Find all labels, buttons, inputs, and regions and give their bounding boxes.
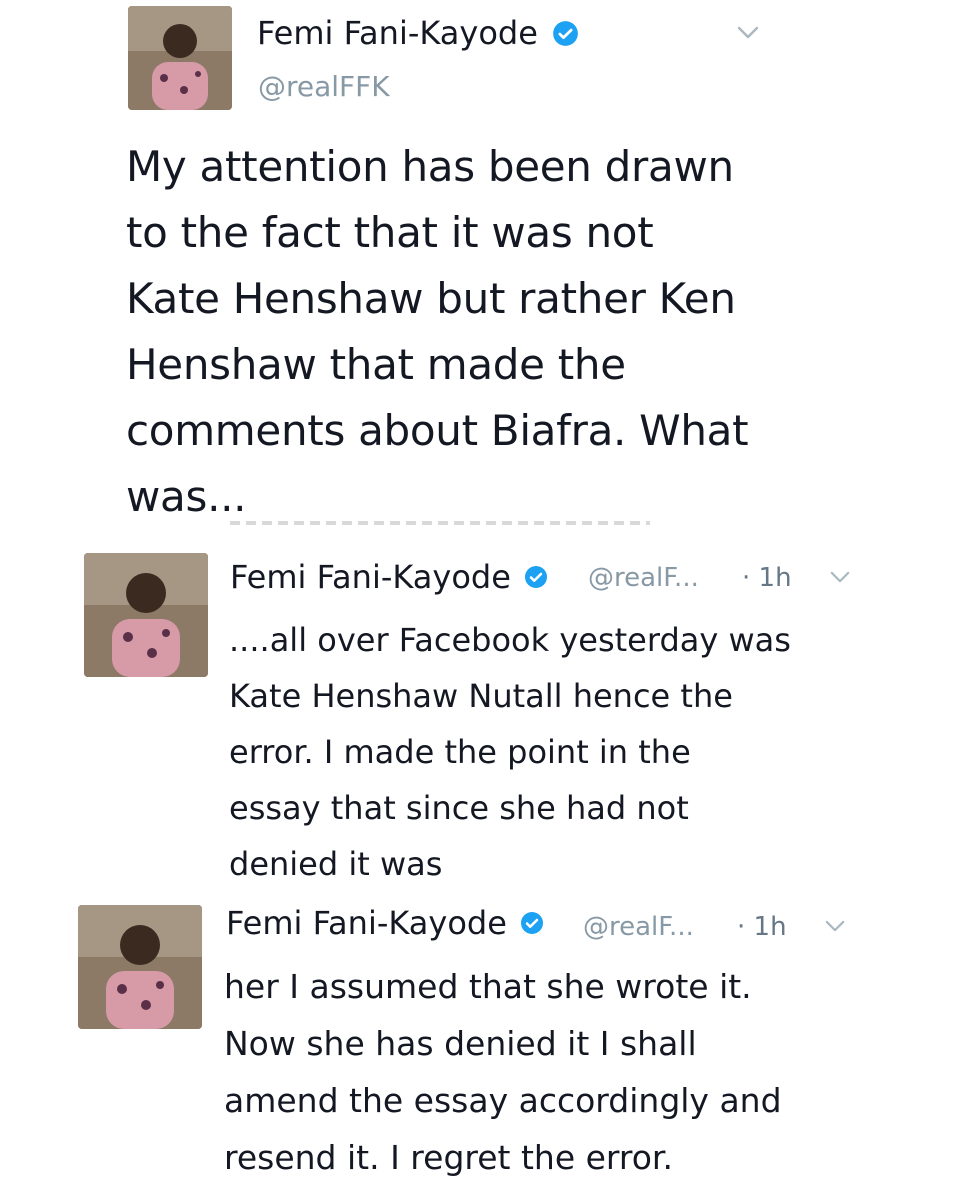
tweet-text-line: essay that since she had not (229, 789, 689, 827)
tweet-text-line: My attention has been drawn (126, 142, 734, 191)
tweet-author-handle[interactable]: @realF... (588, 563, 699, 593)
tweet-text-line: Kate Henshaw Nutall hence the (229, 677, 733, 715)
avatar-photo (84, 553, 208, 677)
tweet-author-handle[interactable]: @realF... (583, 912, 694, 942)
tweet-text-line: resend it. I regret the error. (224, 1138, 673, 1177)
tweet-author-name[interactable]: Femi Fani-Kayode (226, 904, 544, 942)
avatar[interactable] (128, 6, 232, 110)
avatar-photo (128, 6, 232, 110)
tweet-text-line: Now she has denied it I shall (224, 1024, 697, 1063)
tweet-time[interactable]: · 1h (742, 563, 792, 593)
tweet-time[interactable]: · 1h (737, 912, 787, 942)
tweet-text-line: comments about Biafra. What (126, 406, 749, 455)
tweet-text-line: her I assumed that she wrote it. (224, 967, 752, 1006)
avatar-photo (78, 905, 202, 1029)
tweet-text-line: to the fact that it was not (126, 208, 654, 257)
chevron-down-icon[interactable] (737, 25, 759, 44)
tweet-author-name[interactable]: Femi Fani-Kayode (230, 558, 548, 596)
verified-badge-icon (553, 20, 578, 46)
tweet-text-line: error. I made the point in the (229, 733, 691, 771)
chevron-down-icon[interactable] (830, 569, 850, 588)
verified-badge-icon (525, 566, 548, 588)
verified-badge-icon (521, 912, 544, 934)
chevron-down-icon[interactable] (825, 918, 845, 937)
avatar[interactable] (78, 905, 202, 1029)
tweet-text-line: Henshaw that made the (126, 340, 626, 389)
tweet-text: My attention has been drawn to the fact … (126, 134, 749, 530)
avatar[interactable] (84, 553, 208, 677)
tweet-text-line: Kate Henshaw but rather Ken (126, 274, 736, 323)
tweet-text: her I assumed that she wrote it. Now she… (224, 958, 782, 1186)
divider (230, 521, 650, 525)
tweet-text-line: amend the essay accordingly and (224, 1081, 782, 1120)
tweet-author-name[interactable]: Femi Fani-Kayode (257, 14, 579, 52)
tweet-text-line: ....all over Facebook yesterday was (229, 621, 791, 659)
tweet-text-line: denied it was (229, 845, 443, 883)
tweet-author-handle[interactable]: @realFFK (258, 70, 390, 103)
tweet-text: ....all over Facebook yesterday was Kate… (229, 612, 791, 892)
